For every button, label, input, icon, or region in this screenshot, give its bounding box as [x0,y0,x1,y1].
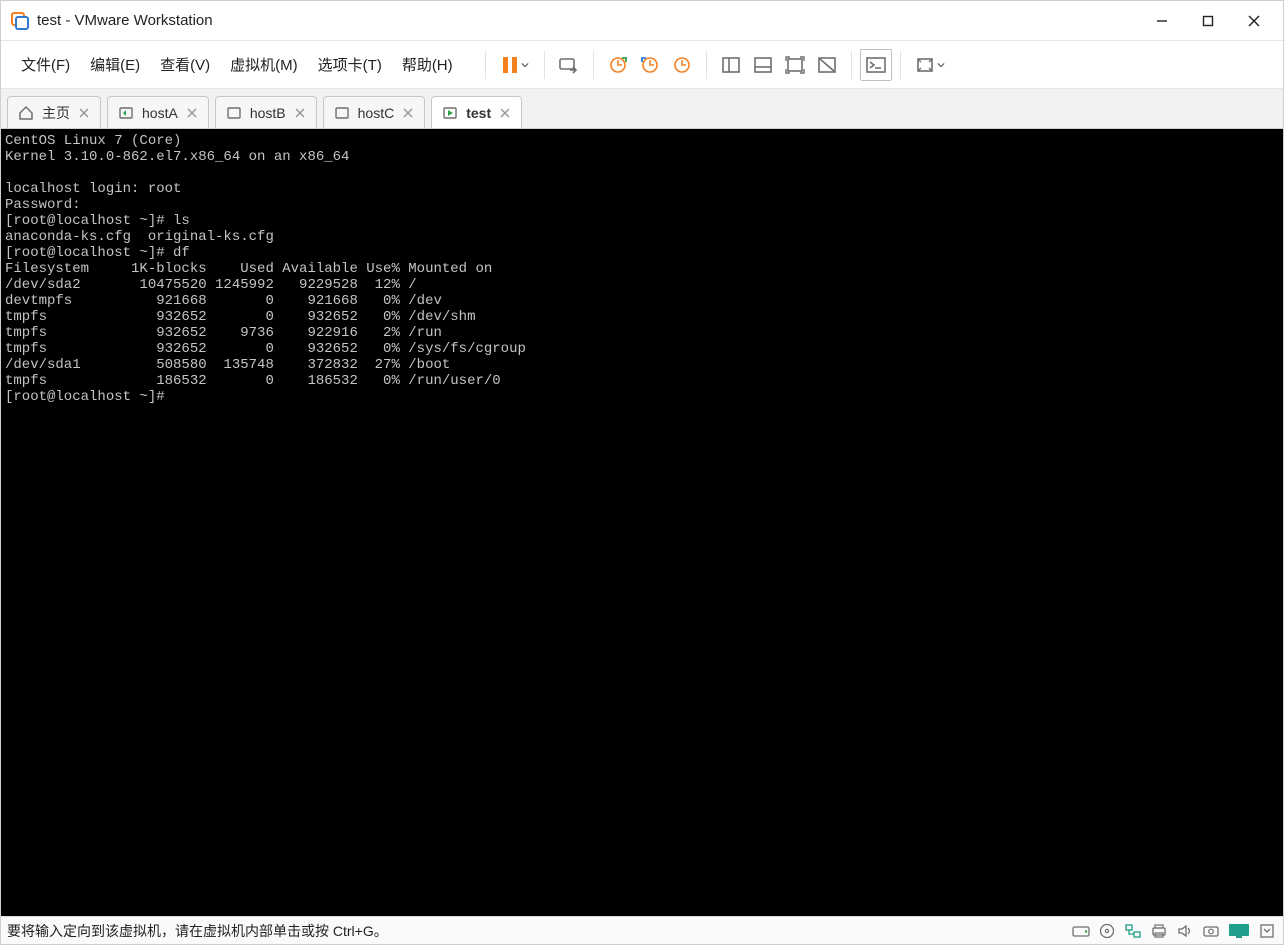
menu-help[interactable]: 帮助(H) [392,48,463,81]
tab-label: hostA [142,105,178,121]
minimize-button[interactable] [1139,5,1185,37]
toolbar-separator [485,51,486,79]
tab-close-button[interactable] [499,107,511,119]
window-title: test - VMware Workstation [37,12,213,29]
view-single-icon [721,56,741,74]
tabbar: 主页 hostA hostB [1,89,1283,129]
window-controls [1139,5,1277,37]
home-icon [18,105,34,121]
tab-close-button[interactable] [402,107,414,119]
tab-close-button[interactable] [186,107,198,119]
guest-console[interactable]: CentOS Linux 7 (Core) Kernel 3.10.0-862.… [1,129,1283,916]
titlebar: test - VMware Workstation [1,1,1283,41]
menu-view[interactable]: 查看(V) [150,48,220,81]
unity-icon [817,56,837,74]
snapshot-revert-icon [640,55,660,75]
menu-vm[interactable]: 虚拟机(M) [220,48,308,81]
toolbar-separator [593,51,594,79]
close-button[interactable] [1231,5,1277,37]
stretch-icon [915,56,935,74]
tab-home[interactable]: 主页 [7,96,101,128]
statusbar: 要将输入定向到该虚拟机，请在虚拟机内部单击或按 Ctrl+G。 [1,916,1283,944]
tab-label: hostC [358,105,395,121]
display-icon[interactable] [1227,921,1251,941]
snapshot-manager-icon [672,55,692,75]
harddisk-icon[interactable] [1071,921,1091,941]
tab-label: 主页 [42,103,70,123]
tab-close-button[interactable] [294,107,306,119]
camera-icon[interactable] [1201,921,1221,941]
toolbar-separator [900,51,901,79]
view-console-button[interactable] [747,49,779,81]
send-input-icon [558,55,580,75]
view-single-button[interactable] [715,49,747,81]
tab-hostC[interactable]: hostC [323,96,426,128]
tab-close-button[interactable] [78,107,90,119]
toolbar-separator [706,51,707,79]
status-message: 要将输入定向到该虚拟机，请在虚拟机内部单击或按 Ctrl+G。 [7,921,388,941]
toolbar [477,49,951,81]
printer-icon[interactable] [1149,921,1169,941]
vm-off-icon [334,105,350,121]
cd-icon[interactable] [1097,921,1117,941]
vmware-app-icon [11,12,29,30]
pause-button[interactable] [494,49,536,81]
unity-button[interactable] [811,49,843,81]
send-input-button[interactable] [553,49,585,81]
menu-file[interactable]: 文件(F) [11,48,80,81]
vm-icon [118,105,134,121]
pause-icon [501,55,519,75]
status-icons [1071,921,1277,941]
network-icon[interactable] [1123,921,1143,941]
vm-off-icon [226,105,242,121]
chevron-down-icon [521,61,529,69]
chevron-down-icon [937,61,945,69]
menubar: 文件(F) 编辑(E) 查看(V) 虚拟机(M) 选项卡(T) 帮助(H) [1,48,463,81]
status-menu-icon[interactable] [1257,921,1277,941]
stretch-guest-button[interactable] [909,49,951,81]
view-console-icon [753,56,773,74]
tab-test[interactable]: test [431,96,522,128]
snapshot-revert-button[interactable] [634,49,666,81]
tab-hostA[interactable]: hostA [107,96,209,128]
tab-label: test [466,105,491,121]
console-view-button[interactable] [860,49,892,81]
tab-hostB[interactable]: hostB [215,96,317,128]
sound-icon[interactable] [1175,921,1195,941]
vm-running-icon [442,105,458,121]
toolbar-separator [851,51,852,79]
fullscreen-icon [785,56,805,74]
fullscreen-button[interactable] [779,49,811,81]
tab-label: hostB [250,105,286,121]
menu-toolbar-row: 文件(F) 编辑(E) 查看(V) 虚拟机(M) 选项卡(T) 帮助(H) [1,41,1283,89]
menu-tabs[interactable]: 选项卡(T) [308,48,392,81]
snapshot-take-icon [608,55,628,75]
toolbar-separator [544,51,545,79]
menu-edit[interactable]: 编辑(E) [80,48,150,81]
snapshot-take-button[interactable] [602,49,634,81]
snapshot-manager-button[interactable] [666,49,698,81]
app-window: test - VMware Workstation 文件(F) 编辑(E) 查看… [0,0,1284,945]
terminal-icon [866,57,886,73]
maximize-button[interactable] [1185,5,1231,37]
